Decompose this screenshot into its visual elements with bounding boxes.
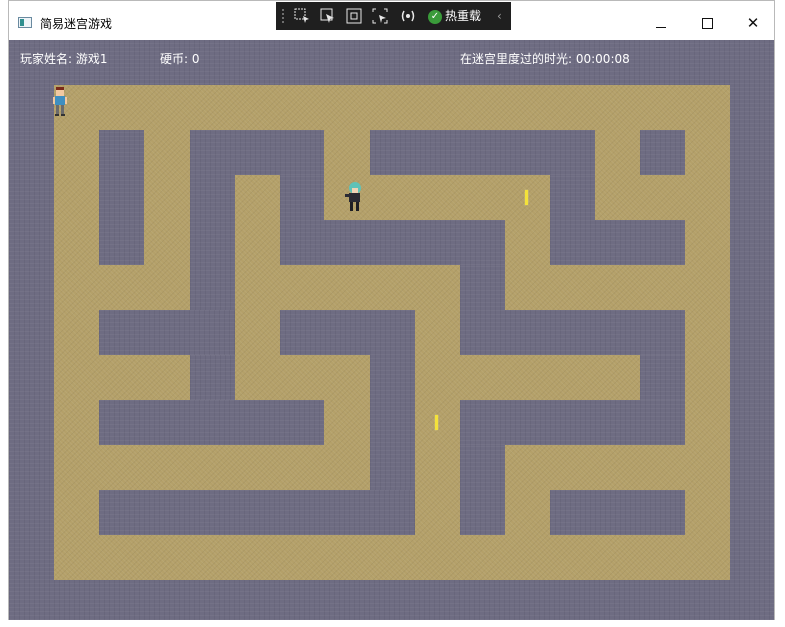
player-sprite — [53, 86, 67, 116]
maze-wall — [280, 220, 505, 265]
minimize-icon — [656, 27, 666, 28]
maze-wall — [370, 130, 595, 175]
maze-wall — [99, 400, 324, 445]
track-focus-icon[interactable] — [372, 8, 388, 24]
enemy-sprite — [344, 181, 364, 213]
maze-wall — [640, 355, 685, 400]
hot-reload-button[interactable]: ✓ 热重载 — [428, 8, 481, 24]
close-icon: ✕ — [746, 14, 760, 32]
pointer-icon[interactable] — [320, 8, 336, 24]
maze-wall — [190, 130, 324, 175]
coin — [525, 190, 528, 205]
maximize-icon — [701, 18, 713, 29]
maze-wall — [550, 220, 685, 265]
maze-wall — [550, 490, 685, 535]
coin — [435, 415, 438, 430]
maze-wall — [190, 355, 235, 400]
maze-wall — [280, 310, 415, 355]
time-elapsed-label: 在迷宫里度过的时光: 00:00:08 — [460, 52, 630, 66]
maze-wall — [99, 310, 235, 355]
maze-wall — [460, 400, 685, 445]
display-layout-icon[interactable] — [346, 8, 362, 24]
collapse-chevron-icon[interactable]: ‹ — [497, 8, 502, 24]
xaml-debug-toolbar: ✓ 热重载 ‹ — [276, 2, 511, 30]
player-name-label: 玩家姓名: 游戏1 — [20, 52, 108, 66]
maze-wall — [99, 490, 415, 535]
maze-wall — [460, 445, 505, 535]
title-bar[interactable]: 简易迷宫游戏 ✓ 热重载 ‹ ✕ — [9, 1, 774, 40]
select-element-icon[interactable] — [294, 8, 310, 24]
window-title: 简易迷宫游戏 — [40, 17, 113, 31]
toolbar-grip-icon[interactable] — [281, 8, 285, 24]
app-icon — [18, 17, 32, 28]
coin-counter: 硬币: 0 — [160, 52, 200, 66]
game-canvas[interactable]: 玩家姓名: 游戏1 硬币: 0 在迷宫里度过的时光: 00:00:08 — [9, 40, 774, 620]
maze-wall — [460, 310, 685, 355]
maze-wall — [99, 130, 144, 265]
binding-icon[interactable] — [400, 8, 416, 24]
app-window: 简易迷宫游戏 ✓ 热重载 ‹ ✕ 玩家姓名: 游戏1 硬币: 0 在迷宫里度过的… — [8, 0, 775, 620]
maze-board — [9, 40, 774, 620]
maze-wall — [640, 130, 685, 175]
minimize-button[interactable] — [638, 1, 684, 40]
hot-reload-label: 热重载 — [445, 9, 482, 23]
hot-reload-check-icon: ✓ — [428, 9, 442, 24]
maximize-button[interactable] — [684, 1, 730, 40]
close-button[interactable]: ✕ — [730, 1, 776, 40]
